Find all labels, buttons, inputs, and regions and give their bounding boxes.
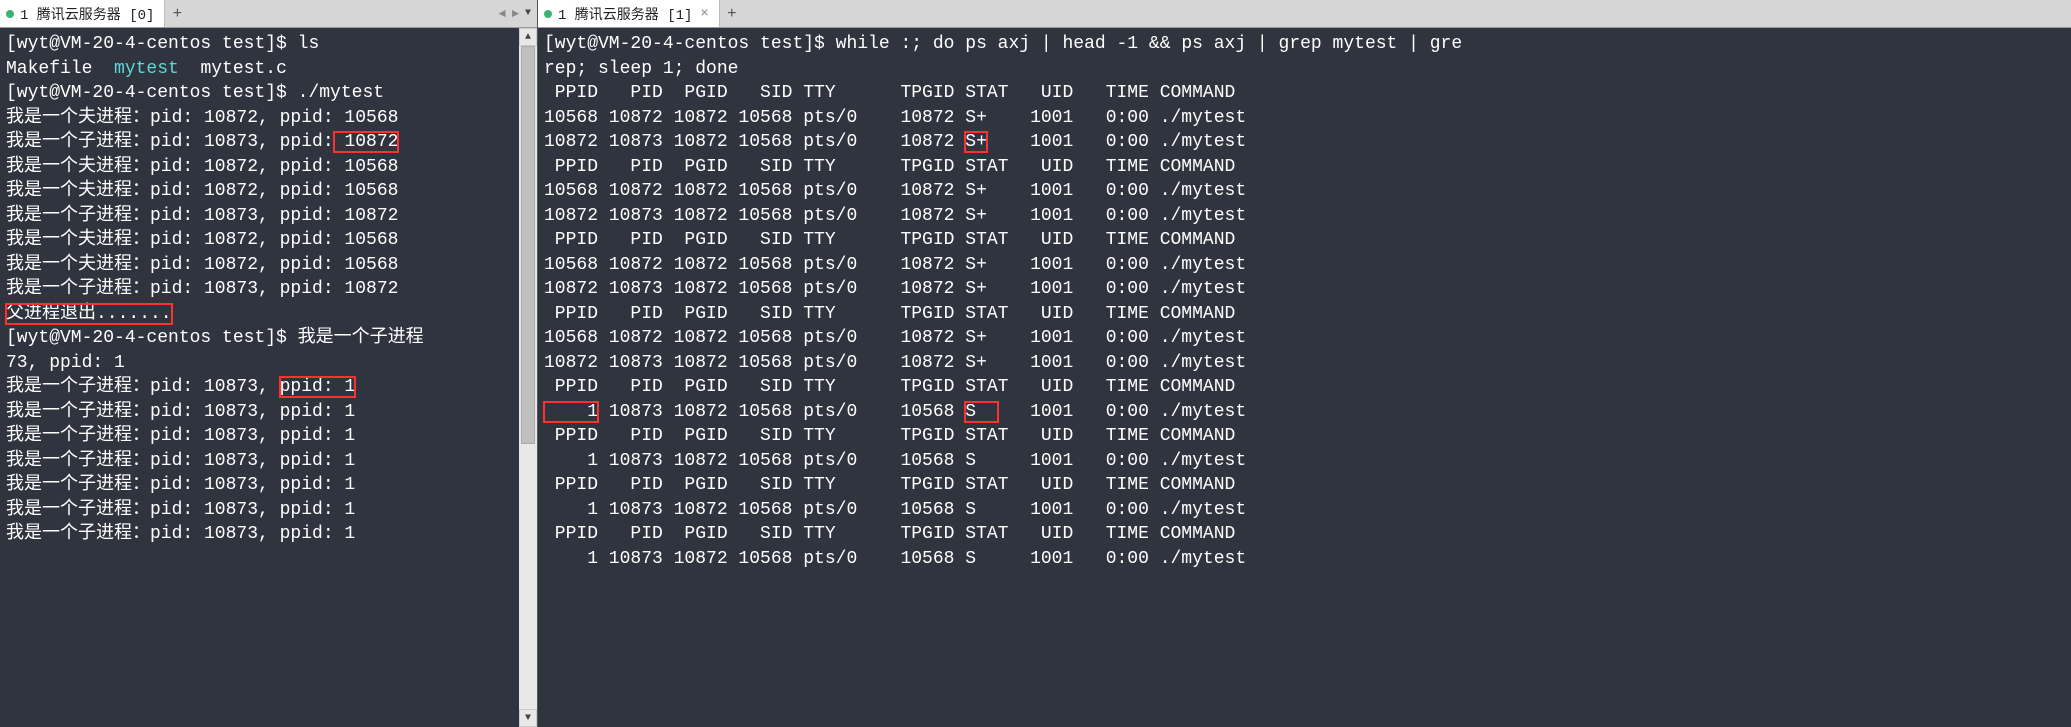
- tab-next-icon[interactable]: ►: [512, 7, 519, 21]
- scroll-thumb[interactable]: [521, 46, 535, 444]
- tab-label: 1 腾讯云服务器 [1]: [558, 4, 692, 24]
- terminal-left[interactable]: [wyt@VM-20-4-centos test]$ ls Makefile m…: [0, 28, 537, 727]
- tab-add-button[interactable]: +: [165, 0, 189, 27]
- scroll-track[interactable]: [519, 46, 537, 709]
- status-dot-icon: [544, 10, 552, 18]
- tabbar-left: 1 腾讯云服务器 [0] + ◄ ► ▼: [0, 0, 537, 28]
- tab-label: 1 腾讯云服务器 [0]: [20, 4, 154, 24]
- tab-dropdown-icon[interactable]: ▼: [525, 8, 531, 19]
- scroll-down-icon[interactable]: ▼: [519, 709, 537, 727]
- status-dot-icon: [6, 10, 14, 18]
- tab-right-0[interactable]: 1 腾讯云服务器 [1] ×: [538, 0, 720, 27]
- terminal-pane-left: 1 腾讯云服务器 [0] + ◄ ► ▼ [wyt@VM-20-4-centos…: [0, 0, 538, 727]
- scrollbar-left[interactable]: ▲ ▼: [519, 28, 537, 727]
- tab-left-0[interactable]: 1 腾讯云服务器 [0]: [0, 0, 165, 27]
- tabbar-right: 1 腾讯云服务器 [1] × +: [538, 0, 2071, 28]
- scroll-up-icon[interactable]: ▲: [519, 28, 537, 46]
- tab-prev-icon[interactable]: ◄: [499, 7, 506, 21]
- close-icon[interactable]: ×: [700, 6, 708, 22]
- tab-nav-arrows: ◄ ► ▼: [499, 7, 537, 21]
- terminal-pane-right: 1 腾讯云服务器 [1] × + [wyt@VM-20-4-centos tes…: [538, 0, 2071, 727]
- terminal-right[interactable]: [wyt@VM-20-4-centos test]$ while :; do p…: [538, 28, 2071, 727]
- tab-add-button[interactable]: +: [720, 0, 744, 27]
